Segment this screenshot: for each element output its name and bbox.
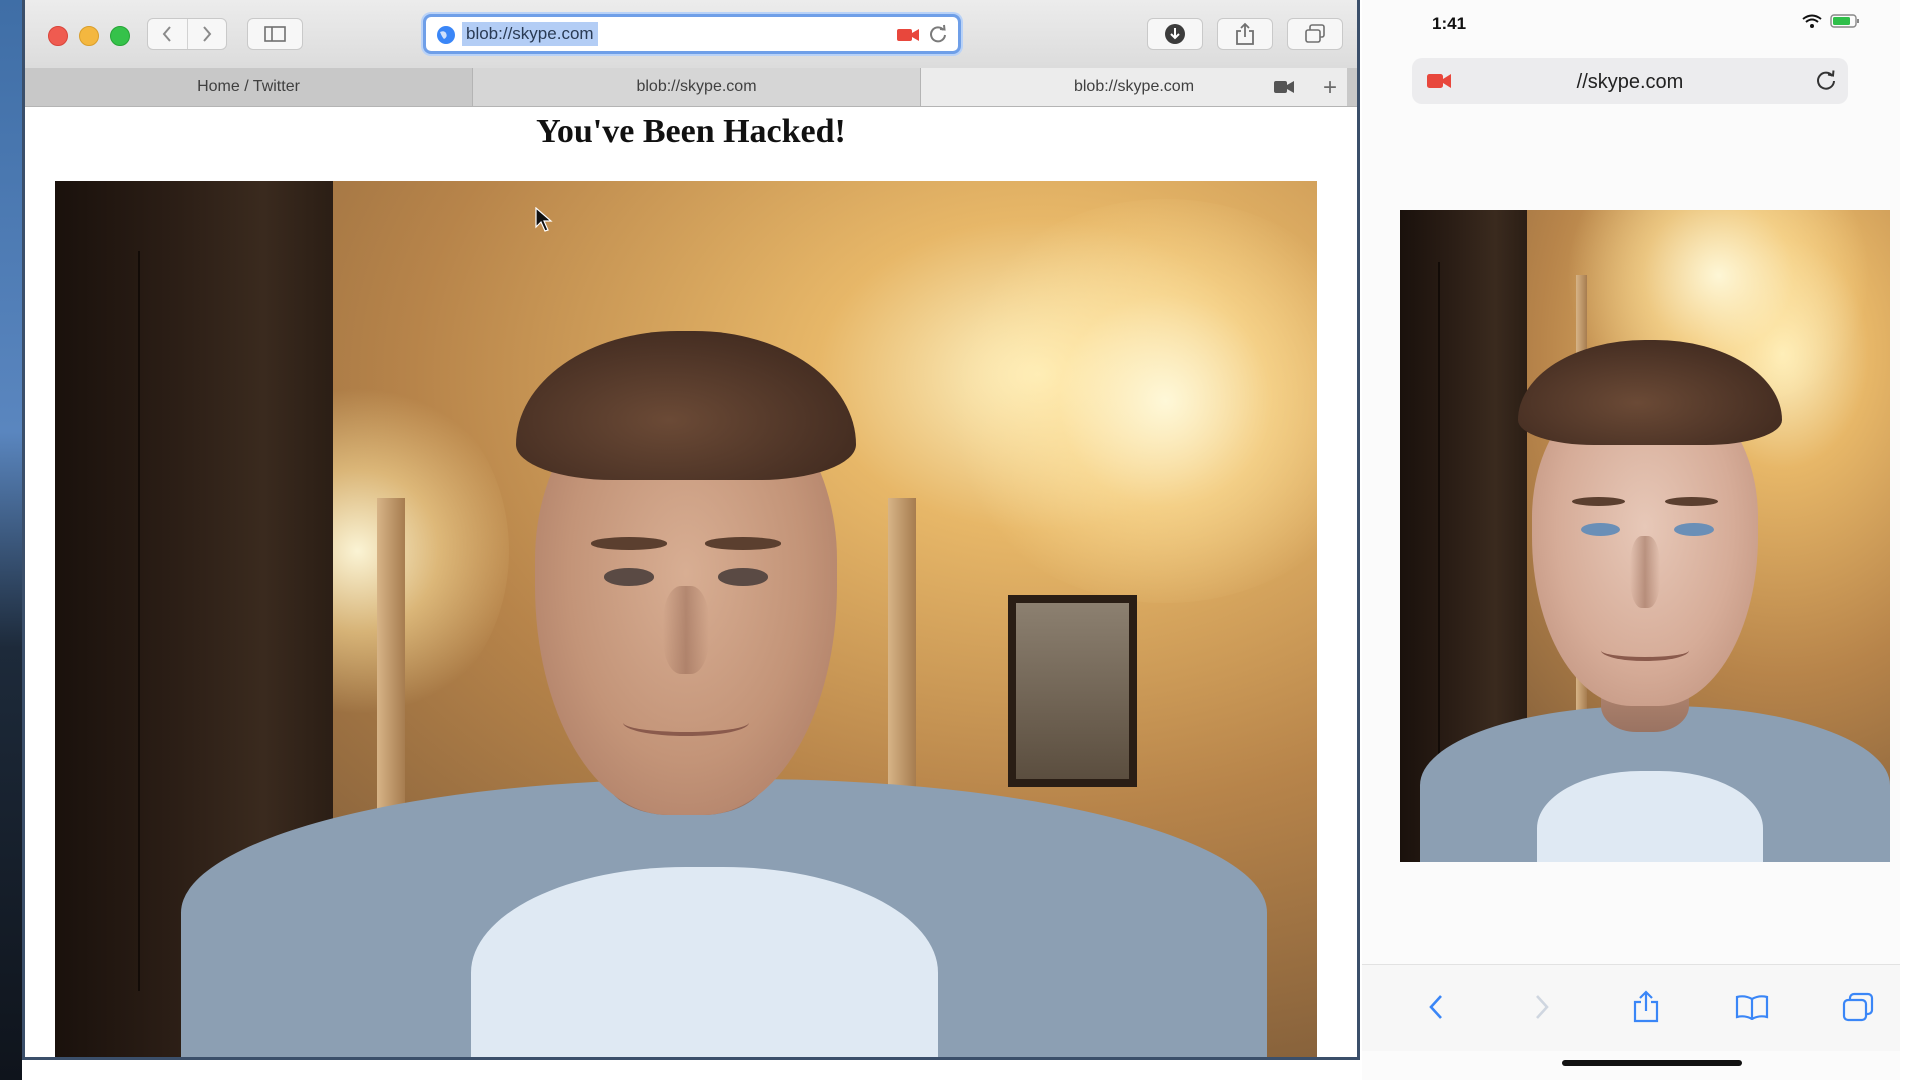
chevron-right-icon xyxy=(202,26,212,42)
close-window-button[interactable] xyxy=(48,26,68,46)
web-page: You've Been Hacked! xyxy=(25,107,1357,1057)
forward-button[interactable] xyxy=(1522,987,1562,1027)
share-button[interactable] xyxy=(1217,18,1273,50)
globe-icon xyxy=(437,26,455,44)
share-icon xyxy=(1633,990,1659,1023)
minimize-window-button[interactable] xyxy=(79,26,99,46)
safari-window: blob://skype.com Home / Twitter blob://s… xyxy=(22,0,1360,1060)
tab-skype-1[interactable]: blob://skype.com xyxy=(473,68,921,106)
phone-webcam-scene xyxy=(1400,210,1890,862)
phone-screen: 1:41 //skype.com xyxy=(1362,0,1900,1080)
tab-skype-active[interactable]: blob://skype.com + xyxy=(921,68,1347,106)
address-bar[interactable]: blob://skype.com xyxy=(423,14,961,54)
back-button[interactable] xyxy=(1416,987,1456,1027)
status-icons xyxy=(1802,14,1860,28)
forward-button[interactable] xyxy=(186,19,227,49)
sidebar-icon xyxy=(264,26,286,42)
sidebar-toggle-button[interactable] xyxy=(247,18,303,50)
tab-label: blob://skype.com xyxy=(636,78,757,95)
tabs-overview-icon xyxy=(1305,24,1325,43)
tab-label: blob://skype.com xyxy=(1073,78,1195,95)
battery-icon xyxy=(1830,14,1859,28)
webcam-scene xyxy=(55,181,1317,1057)
download-icon xyxy=(1165,24,1185,44)
tab-home-twitter[interactable]: Home / Twitter xyxy=(25,68,473,106)
tabs-overview-icon xyxy=(1842,992,1874,1022)
book-icon xyxy=(1735,995,1769,1020)
phone-url-text: //skype.com xyxy=(1576,71,1684,93)
status-time: 1:41 xyxy=(1432,14,1467,33)
back-button[interactable] xyxy=(148,19,187,49)
share-icon xyxy=(1236,22,1254,45)
desktop-background xyxy=(0,0,22,1080)
webcam-video-feed xyxy=(55,181,1317,1057)
tab-bar: Home / Twitter blob://skype.com blob://s… xyxy=(25,68,1357,107)
camera-recording-icon[interactable] xyxy=(896,27,920,43)
reload-icon[interactable] xyxy=(928,24,948,44)
reload-icon[interactable] xyxy=(1814,68,1838,92)
share-button[interactable] xyxy=(1626,987,1666,1027)
phone-address-bar[interactable]: //skype.com xyxy=(1412,58,1848,104)
new-tab-button[interactable]: + xyxy=(1323,74,1337,102)
bookmarks-button[interactable] xyxy=(1732,987,1772,1027)
tab-label: Home / Twitter xyxy=(197,78,300,95)
camera-in-use-icon xyxy=(1274,81,1294,93)
address-url-text[interactable]: blob://skype.com xyxy=(462,22,598,46)
phone-webcam-video-feed xyxy=(1400,210,1890,862)
show-tabs-button[interactable] xyxy=(1287,18,1343,50)
chevron-left-icon xyxy=(1429,995,1442,1019)
mouse-cursor-icon xyxy=(535,207,553,232)
tabs-button[interactable] xyxy=(1838,987,1878,1027)
wifi-icon xyxy=(1802,14,1822,28)
chevron-right-icon xyxy=(1536,995,1549,1019)
navigation-buttons xyxy=(147,18,227,50)
home-indicator[interactable] xyxy=(1562,1060,1742,1066)
zoom-window-button[interactable] xyxy=(110,26,130,46)
chevron-left-icon xyxy=(162,26,172,42)
phone-toolbar xyxy=(1362,964,1900,1051)
safari-toolbar: blob://skype.com xyxy=(25,0,1357,69)
downloads-button[interactable] xyxy=(1147,18,1203,50)
page-title: You've Been Hacked! xyxy=(536,113,846,150)
